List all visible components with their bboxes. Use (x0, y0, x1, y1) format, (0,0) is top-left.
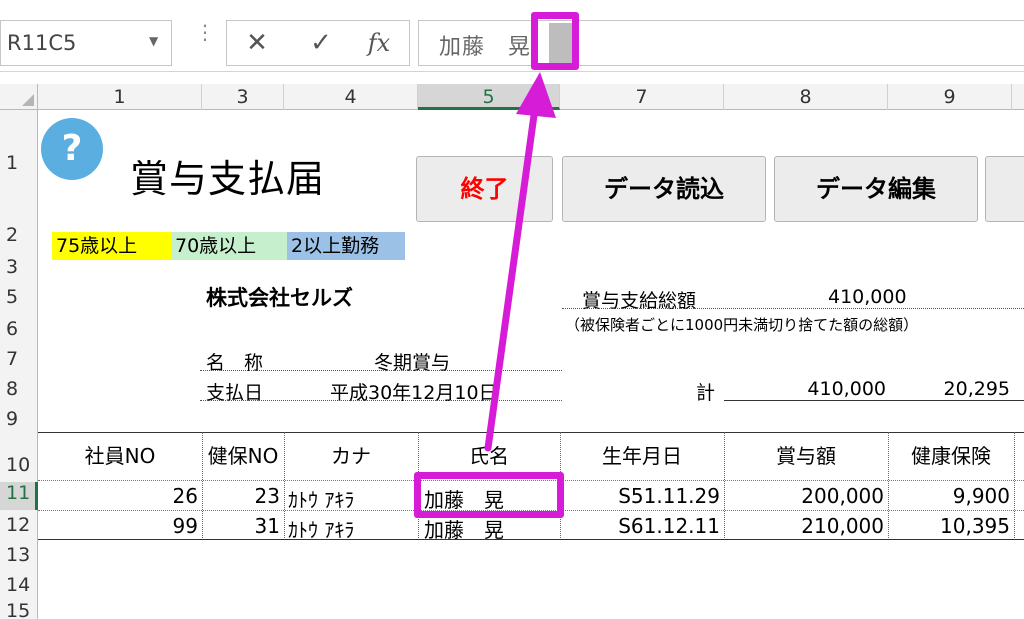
divider (562, 308, 1024, 309)
name-box[interactable]: R11C5 ▼ (0, 20, 172, 66)
table-top-border (38, 432, 1024, 433)
total-bonus-value: 410,000 (828, 286, 907, 308)
formula-bar: R11C5 ▼ ⋮ ✕ ✓ fx 加藤 晃 (0, 0, 1024, 72)
divider (200, 400, 562, 401)
column-header-1[interactable]: 1 (38, 84, 202, 110)
column-header-8[interactable]: 8 (724, 84, 888, 110)
table-header-name: 氏名 (469, 444, 509, 468)
table-cell[interactable]: ｶﾄｳ ｱｷﾗ (288, 484, 354, 513)
table-header-employee-no: 社員NO (84, 444, 156, 468)
row-header-13[interactable]: 13 (0, 544, 38, 566)
table-cell[interactable]: 9,900 (888, 484, 1010, 508)
row-header-11[interactable]: 11 (0, 482, 38, 510)
table-cell[interactable]: 31 (202, 514, 280, 538)
table-header-insurance-no: 健保NO (207, 444, 279, 468)
column-divider (1014, 432, 1015, 540)
table-bottom-border (38, 539, 1024, 540)
row-header-3[interactable]: 3 (0, 256, 38, 278)
page-title: 賞与支払届 (130, 157, 326, 201)
cancel-icon[interactable]: ✕ (237, 27, 277, 59)
row-header-15[interactable]: 15 (0, 600, 38, 619)
table-cell[interactable]: 10,395 (888, 514, 1010, 538)
insert-function-icon[interactable]: fx (359, 27, 399, 59)
total-bonus-note: （被保険者ごとに1000円未満切り捨てた額の総額） (565, 316, 919, 334)
row-header-5[interactable]: 5 (0, 286, 38, 308)
table-cell[interactable]: 26 (38, 484, 198, 508)
row-header-12[interactable]: 12 (0, 514, 38, 536)
company-name: 株式会社セルズ (206, 286, 353, 310)
column-header-5[interactable]: 5 (418, 84, 560, 110)
highlight-formula-space (531, 12, 579, 70)
row-header: 1 2 3 5 6 7 8 9 10 11 12 13 14 15 (0, 110, 38, 619)
select-all-icon (22, 94, 34, 106)
sum-label: 計 (696, 382, 716, 404)
row-header-7[interactable]: 7 (0, 348, 38, 370)
row-header-1[interactable]: 1 (0, 152, 38, 174)
select-all-corner[interactable] (0, 84, 38, 110)
table-header-birthdate: 生年月日 (602, 444, 682, 468)
divider (200, 370, 562, 371)
column-header-7[interactable]: 7 (560, 84, 724, 110)
formula-buttons: ✕ ✓ fx (226, 20, 410, 66)
data-edit-button[interactable]: データ編集 (774, 156, 978, 222)
table-cell[interactable]: 200,000 (724, 484, 884, 508)
column-header-9[interactable]: 9 (888, 84, 1012, 110)
row-header-6[interactable]: 6 (0, 318, 38, 340)
table-cell[interactable]: 23 (202, 484, 280, 508)
worksheet: ? 賞与支払届 終了 データ読込 データ編集 75歳以上 70歳以上 2以上勤務… (38, 110, 1024, 619)
table-cell[interactable]: 99 (38, 514, 198, 538)
data-load-button[interactable]: データ読込 (562, 156, 766, 222)
table-header-health-insurance: 健康保険 (911, 444, 991, 468)
legend-75-plus: 75歳以上 (52, 232, 171, 260)
table-header-bonus: 賞与額 (776, 444, 836, 468)
column-header-4[interactable]: 4 (284, 84, 418, 110)
divider (724, 400, 1024, 401)
row-header-2[interactable]: 2 (0, 224, 38, 246)
table-cell[interactable]: S61.12.11 (560, 514, 720, 538)
chevron-down-icon[interactable]: ▼ (149, 34, 158, 48)
name-box-value: R11C5 (7, 31, 77, 55)
sum-health: 20,295 (943, 378, 1010, 400)
column-header-3[interactable]: 3 (202, 84, 284, 110)
table-cell[interactable]: S51.11.29 (560, 484, 720, 508)
legend-multi-employment: 2以上勤務 (287, 232, 405, 260)
end-button[interactable]: 終了 (416, 156, 553, 222)
row-header-14[interactable]: 14 (0, 574, 38, 596)
highlight-name-cell (414, 472, 564, 518)
row-header-8[interactable]: 8 (0, 378, 38, 400)
row-header-10[interactable]: 10 (0, 454, 38, 476)
drag-handle-icon[interactable]: ⋮ (195, 22, 215, 42)
sum-bonus: 410,000 (807, 378, 886, 400)
help-icon[interactable]: ? (41, 118, 103, 180)
row-header-9[interactable]: 9 (0, 408, 38, 430)
legend-70-plus: 70歳以上 (171, 232, 287, 260)
more-button[interactable] (985, 156, 1024, 222)
column-header: 1 3 4 5 7 8 9 (0, 84, 1024, 110)
table-cell[interactable]: 210,000 (724, 514, 884, 538)
check-icon[interactable]: ✓ (301, 27, 341, 59)
formula-input[interactable]: 加藤 晃 (418, 20, 1024, 66)
formula-text: 加藤 晃 (439, 35, 532, 60)
table-header-kana: カナ (331, 444, 371, 468)
